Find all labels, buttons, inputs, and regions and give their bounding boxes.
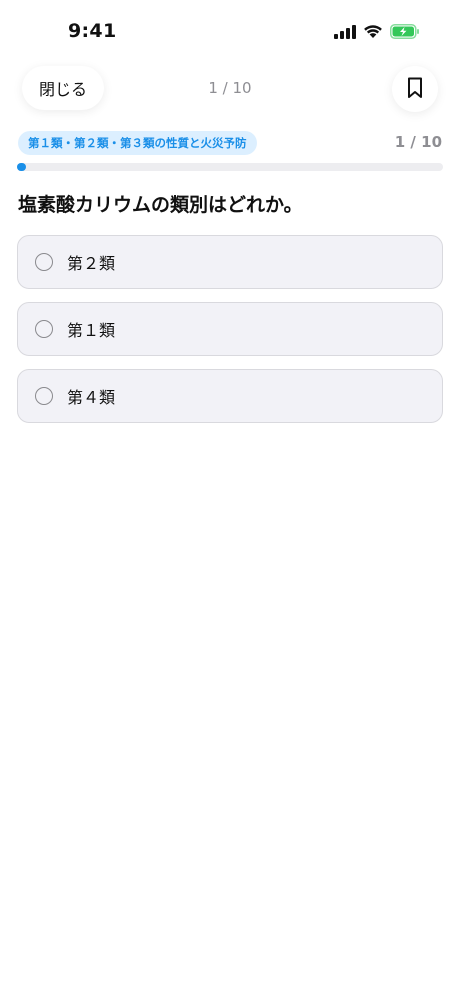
answer-option-label: 第２類 <box>67 254 116 273</box>
category-badge: 第１類・第２類・第３類の性質と火災予防 <box>18 131 257 155</box>
answer-options: 第２類第１類第４類 <box>17 235 443 436</box>
header-question-counter: 1 / 10 <box>208 79 252 97</box>
bookmark-button[interactable] <box>392 66 438 112</box>
progress-bar-fill <box>17 163 26 171</box>
question-text: 塩素酸カリウムの類別はどれか。 <box>18 194 303 216</box>
status-bar: 9:41 <box>0 0 460 60</box>
signal-icon <box>334 24 356 39</box>
radio-circle-icon <box>35 253 53 271</box>
status-time: 9:41 <box>68 20 117 42</box>
answer-option-label: 第１類 <box>67 321 116 340</box>
progress-counter: 1 / 10 <box>394 133 442 151</box>
bookmark-icon <box>407 77 423 102</box>
radio-circle-icon <box>35 387 53 405</box>
radio-circle-icon <box>35 320 53 338</box>
progress-bar <box>17 163 443 171</box>
battery-charging-icon <box>390 24 420 39</box>
answer-option[interactable]: 第２類 <box>17 235 443 289</box>
status-icons <box>334 24 420 39</box>
answer-option[interactable]: 第４類 <box>17 369 443 423</box>
wifi-icon <box>363 24 383 39</box>
answer-option-label: 第４類 <box>67 388 116 407</box>
answer-option[interactable]: 第１類 <box>17 302 443 356</box>
